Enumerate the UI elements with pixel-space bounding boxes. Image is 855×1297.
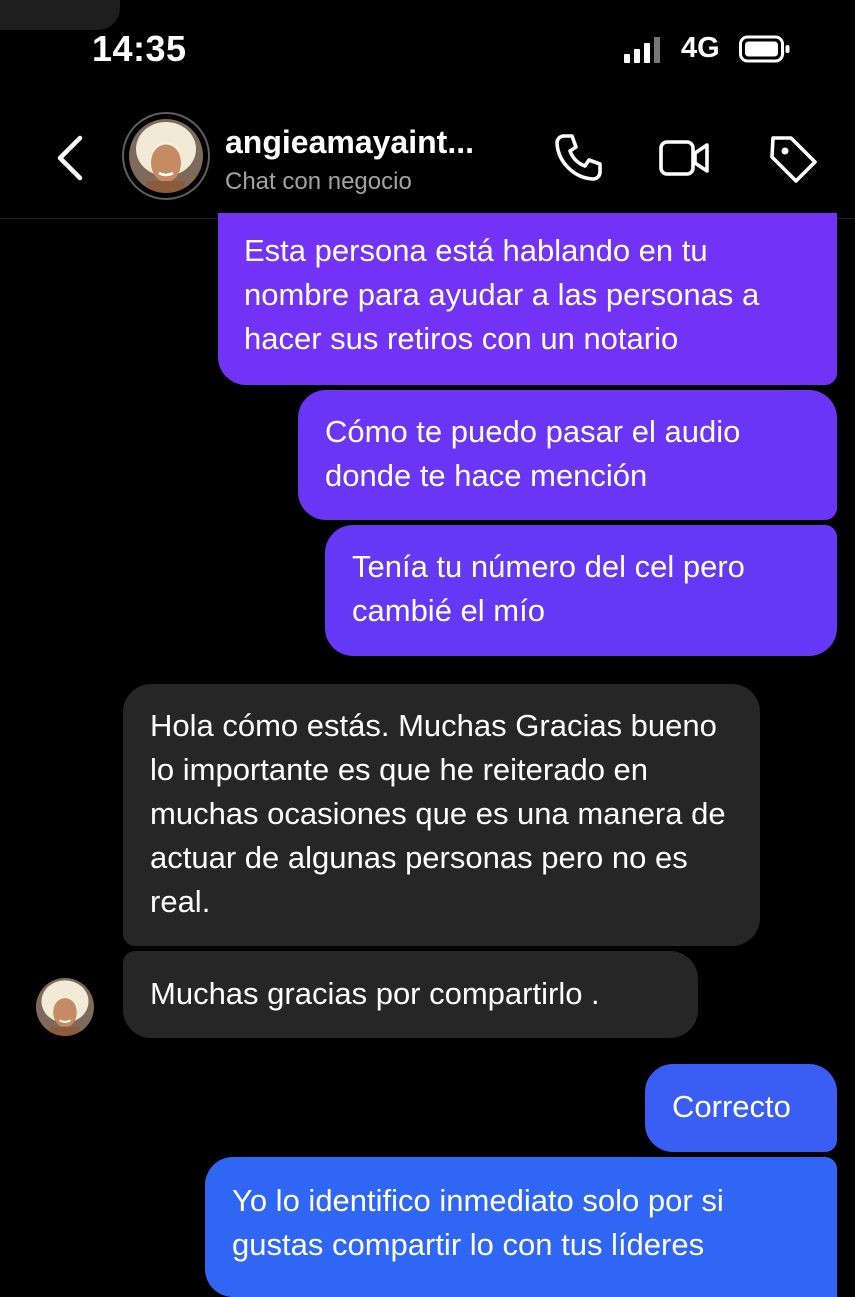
signal-icon — [624, 37, 660, 63]
video-camera-icon[interactable] — [656, 130, 712, 186]
sender-avatar[interactable] — [36, 978, 94, 1036]
contact-avatar[interactable] — [122, 112, 210, 200]
message-incoming[interactable]: Hola cómo estás. Muchas Gracias bueno lo… — [123, 684, 760, 946]
message-outgoing[interactable]: Yo lo identifico inmediato solo por si g… — [205, 1157, 837, 1297]
contact-subtitle: Chat con negocio — [225, 168, 412, 195]
chevron-left-icon[interactable] — [48, 130, 94, 186]
message-incoming[interactable]: Muchas gracias por compartirlo . — [123, 951, 698, 1038]
status-pill — [0, 0, 120, 30]
message-outgoing[interactable]: Cómo te puedo pasar el audio donde te ha… — [298, 390, 837, 520]
phone-icon[interactable] — [550, 130, 606, 186]
chat-header: angieamayaint... Chat con negocio — [0, 100, 855, 219]
contact-name[interactable]: angieamayaint... — [225, 124, 474, 161]
status-time: 14:35 — [92, 28, 187, 69]
avatar-image — [36, 978, 94, 1036]
tag-icon[interactable] — [764, 130, 820, 186]
network-label: 4G — [681, 32, 720, 64]
avatar-image — [129, 119, 203, 193]
battery-icon — [739, 35, 790, 63]
status-bar: 14:35 4G — [0, 0, 855, 100]
message-outgoing[interactable]: Correcto — [645, 1064, 837, 1152]
message-outgoing[interactable]: Esta persona está hablando en tu nombre … — [218, 213, 837, 385]
message-outgoing[interactable]: Tenía tu número del cel pero cambié el m… — [325, 525, 837, 656]
